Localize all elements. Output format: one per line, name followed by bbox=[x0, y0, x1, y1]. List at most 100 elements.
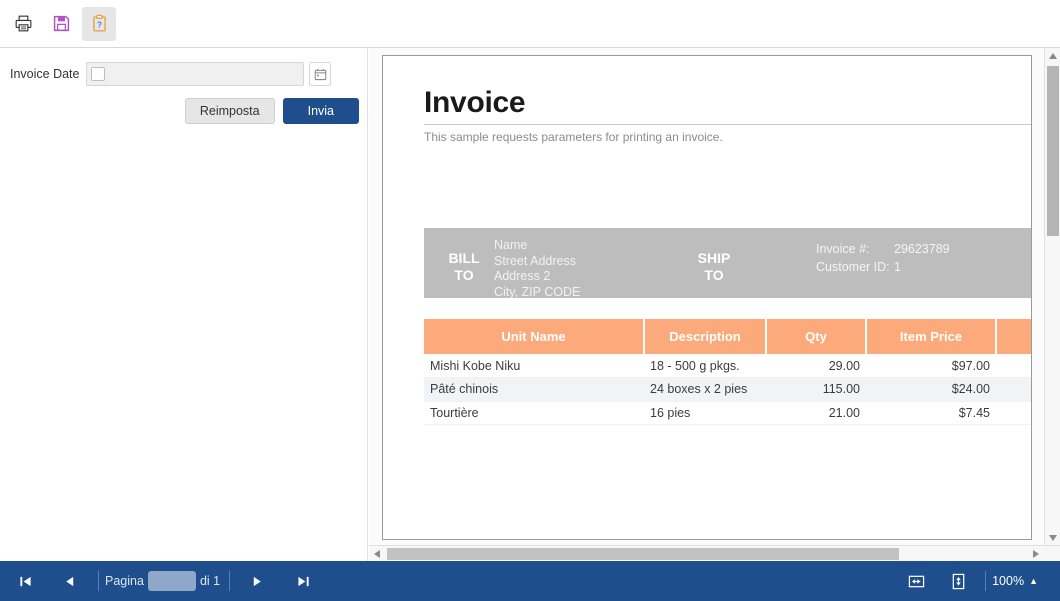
cell-item-price: $24.00 bbox=[866, 377, 996, 402]
parameters-button[interactable]: ? bbox=[82, 6, 116, 41]
title-divider bbox=[424, 124, 1031, 125]
cell-description: 24 boxes x 2 pies bbox=[644, 377, 766, 402]
next-page-button[interactable] bbox=[242, 568, 272, 594]
parameters-panel: Invoice Date Reimposta Invia bbox=[0, 48, 368, 561]
calendar-icon bbox=[314, 68, 326, 80]
clipboard-question-icon: ? bbox=[92, 14, 106, 32]
status-bar: Pagina di 1 100% ▲ bbox=[0, 561, 1060, 601]
cell-unit-name: Tourtière bbox=[424, 401, 644, 425]
column-description: Description bbox=[644, 319, 767, 354]
fit-width-button[interactable] bbox=[901, 568, 931, 594]
address-line-3: Address 2 bbox=[494, 269, 551, 283]
cell-qty: 29.00 bbox=[766, 354, 866, 378]
next-page-icon bbox=[253, 576, 261, 586]
scroll-left-arrow-icon[interactable] bbox=[369, 546, 385, 562]
table-row: Mishi Kobe Niku 18 - 500 g pkgs. 29.00 $… bbox=[424, 354, 1031, 378]
ship-to-tag: SHIP TO bbox=[692, 250, 736, 284]
invoice-meta: Invoice #: 29623789 Customer ID: 1 bbox=[816, 240, 950, 276]
print-button[interactable] bbox=[6, 7, 40, 41]
cell-extra bbox=[996, 354, 1031, 378]
cell-description: 16 pies bbox=[644, 401, 766, 425]
printer-icon bbox=[15, 15, 31, 32]
vertical-scrollbar-thumb[interactable] bbox=[1047, 66, 1059, 236]
invoice-date-label: Invoice Date bbox=[10, 67, 80, 81]
divider bbox=[98, 571, 99, 591]
reset-button[interactable]: Reimposta bbox=[184, 98, 275, 124]
vertical-scrollbar[interactable] bbox=[1044, 48, 1060, 546]
cell-item-price: $97.00 bbox=[866, 354, 996, 378]
invoice-date-parameter-row: Invoice Date bbox=[10, 62, 331, 86]
save-button[interactable] bbox=[44, 7, 78, 41]
report-viewer: Invoice Stimulsoft This sample requests … bbox=[369, 48, 1060, 561]
customer-id-value: 1 bbox=[894, 260, 901, 274]
invoice-date-null-checkbox[interactable] bbox=[91, 67, 105, 81]
column-qty: Qty bbox=[766, 319, 867, 354]
invoice-date-calendar-button[interactable] bbox=[309, 62, 331, 86]
page-number-input[interactable] bbox=[147, 571, 196, 591]
zoom-level-value: 100% bbox=[992, 574, 1025, 588]
cell-unit-name: Pâté chinois bbox=[424, 377, 644, 402]
bill-to-address: Name Street Address Address 2 City, ZIP … bbox=[494, 238, 580, 300]
meta-row: Invoice #: 29623789 bbox=[816, 240, 950, 258]
address-line-1: Name bbox=[494, 238, 528, 252]
cell-extra bbox=[996, 401, 1031, 425]
fit-width-icon bbox=[908, 575, 924, 587]
cell-unit-name: Mishi Kobe Niku bbox=[424, 354, 644, 378]
page-label: Pagina bbox=[105, 574, 144, 588]
table-row: Tourtière 16 pies 21.00 $7.45 bbox=[424, 401, 1031, 425]
scroll-up-arrow-icon[interactable] bbox=[1045, 48, 1060, 64]
address-line-2: Street Address bbox=[494, 253, 576, 268]
cell-extra bbox=[996, 377, 1031, 402]
invoice-date-field[interactable] bbox=[86, 62, 304, 86]
invoice-date-input[interactable] bbox=[105, 63, 303, 85]
horizontal-scrollbar[interactable] bbox=[369, 545, 1060, 561]
first-page-button[interactable] bbox=[10, 568, 40, 594]
table-row: Pâté chinois 24 boxes x 2 pies 115.00 $2… bbox=[424, 377, 1031, 402]
column-extra bbox=[996, 319, 1031, 354]
last-page-button[interactable] bbox=[288, 568, 318, 594]
scroll-right-arrow-icon[interactable] bbox=[1028, 546, 1044, 562]
toolbar: ? bbox=[0, 0, 1060, 48]
svg-text:?: ? bbox=[96, 20, 101, 29]
bill-to-line1: BILL bbox=[448, 250, 480, 266]
ship-to-line2: TO bbox=[704, 267, 724, 283]
page-count-label: di 1 bbox=[199, 574, 221, 588]
cell-description: 18 - 500 g pkgs. bbox=[644, 354, 766, 378]
scroll-down-arrow-icon[interactable] bbox=[1045, 530, 1060, 546]
divider bbox=[229, 571, 231, 591]
divider bbox=[985, 571, 987, 591]
address-line-4: City, ZIP CODE bbox=[494, 284, 581, 299]
invoice-number-value: 29623789 bbox=[894, 242, 950, 256]
column-unit-name: Unit Name bbox=[424, 319, 645, 354]
caret-up-icon: ▲ bbox=[1029, 576, 1038, 586]
column-item-price: Item Price bbox=[866, 319, 997, 354]
submit-button[interactable]: Invia bbox=[282, 98, 359, 124]
report-viewer-app: ? Invoice Date Reimposta Invia Invoice T… bbox=[0, 0, 1060, 601]
cell-qty: 21.00 bbox=[766, 401, 866, 425]
previous-page-icon bbox=[65, 576, 73, 586]
bill-to-line2: TO bbox=[454, 267, 474, 283]
billing-band: BILL TO Name Street Address Address 2 Ci… bbox=[424, 228, 1031, 300]
invoice-subtitle: This sample requests parameters for prin… bbox=[424, 130, 723, 144]
customer-id-label: Customer ID: bbox=[816, 260, 890, 274]
parameter-action-buttons: Reimposta Invia bbox=[184, 98, 359, 124]
previous-page-button[interactable] bbox=[54, 568, 84, 594]
table-header-row: Unit Name Description Qty Item Price bbox=[424, 319, 1031, 354]
invoice-title: Invoice bbox=[424, 86, 526, 119]
report-page: Invoice Stimulsoft This sample requests … bbox=[382, 55, 1032, 540]
bill-to-tag: BILL TO bbox=[442, 250, 486, 284]
fit-page-button[interactable] bbox=[943, 568, 973, 594]
cell-qty: 115.00 bbox=[766, 377, 866, 402]
last-page-icon bbox=[297, 576, 309, 586]
invoice-number-label: Invoice #: bbox=[816, 242, 870, 256]
invoice-items-table: Unit Name Description Qty Item Price Mis… bbox=[424, 319, 1031, 425]
fit-page-icon bbox=[952, 573, 964, 589]
invoice-document: Invoice Stimulsoft This sample requests … bbox=[424, 86, 1031, 425]
ship-to-line1: SHIP bbox=[697, 250, 731, 266]
first-page-icon bbox=[19, 576, 31, 586]
horizontal-scrollbar-thumb[interactable] bbox=[387, 548, 899, 560]
cell-item-price: $7.45 bbox=[866, 401, 996, 425]
save-disk-icon bbox=[53, 15, 69, 32]
meta-row: Customer ID: 1 bbox=[816, 258, 950, 276]
zoom-level-control[interactable]: 100% ▲ bbox=[992, 574, 1038, 588]
